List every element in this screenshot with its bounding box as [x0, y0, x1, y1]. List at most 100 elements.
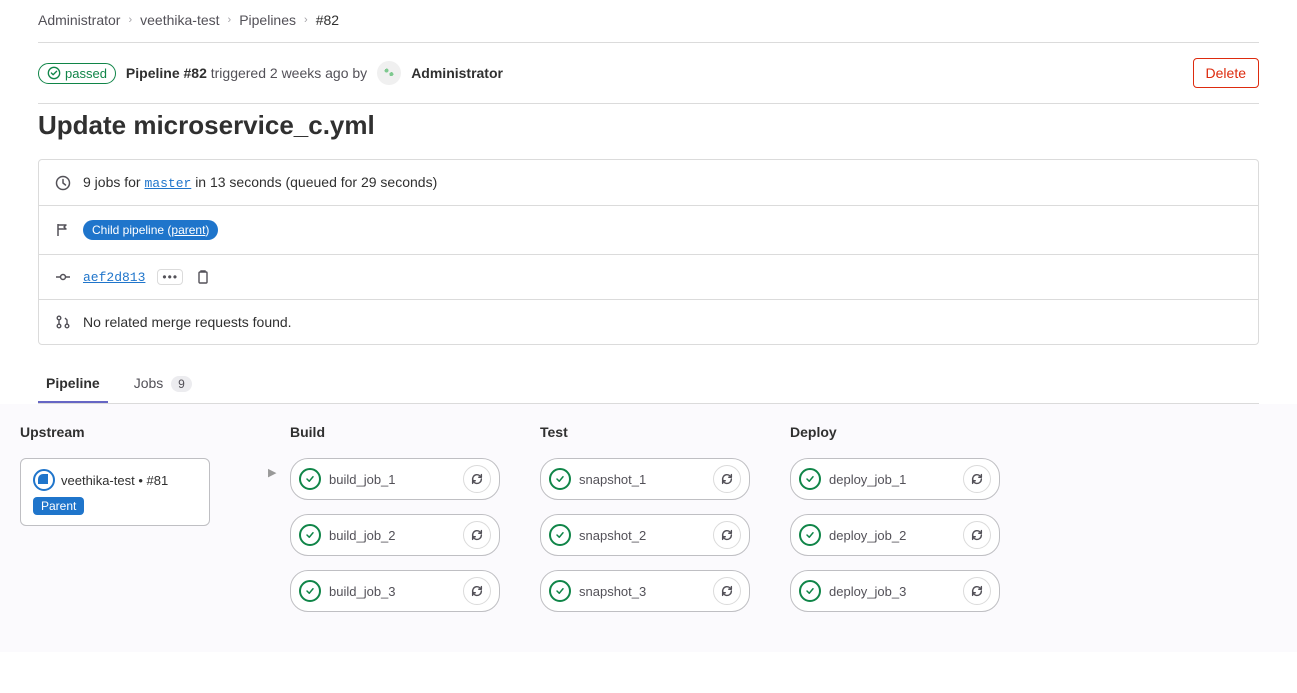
- job-name: deploy_job_2: [829, 528, 955, 543]
- job-pill[interactable]: snapshot_1: [540, 458, 750, 500]
- author-name[interactable]: Administrator: [411, 65, 503, 81]
- job-pill[interactable]: snapshot_3: [540, 570, 750, 612]
- expand-toggle-icon[interactable]: ▶: [268, 466, 276, 479]
- separator: •: [135, 473, 147, 488]
- expand-commit-button[interactable]: •••: [157, 269, 183, 285]
- job-name: deploy_job_1: [829, 472, 955, 487]
- job-name: snapshot_3: [579, 584, 705, 599]
- pipeline-header: passed Pipeline #82 triggered 2 weeks ag…: [38, 43, 1259, 103]
- parent-pipeline-link[interactable]: parent: [171, 223, 205, 237]
- check-circle-icon: [799, 524, 821, 546]
- retry-button[interactable]: [463, 577, 491, 605]
- retry-icon: [720, 528, 734, 542]
- job-pill[interactable]: snapshot_2: [540, 514, 750, 556]
- merge-request-icon: [55, 314, 71, 330]
- child-pipeline-row: Child pipeline (parent): [39, 206, 1258, 255]
- pipeline-info-box: 9 jobs for master in 13 seconds (queued …: [38, 159, 1259, 345]
- tab-jobs[interactable]: Jobs 9: [126, 365, 200, 403]
- branch-link[interactable]: master: [144, 176, 191, 191]
- retry-icon: [720, 472, 734, 486]
- breadcrumb-link[interactable]: Administrator: [38, 12, 120, 28]
- commit-sha-link[interactable]: aef2d813: [83, 270, 145, 285]
- jobs-count-badge: 9: [171, 376, 192, 392]
- chevron-right-icon: ›: [228, 14, 232, 26]
- stage-upstream: Upstream veethika-test • #81 Parent: [20, 424, 250, 612]
- breadcrumb-link[interactable]: Pipelines: [239, 12, 296, 28]
- stage-title: Build: [290, 424, 500, 440]
- retry-button[interactable]: [963, 577, 991, 605]
- job-pill[interactable]: deploy_job_3: [790, 570, 1000, 612]
- upstream-pipeline-id: #81: [146, 473, 168, 488]
- avatar[interactable]: [377, 61, 401, 85]
- job-name: build_job_1: [329, 472, 455, 487]
- job-pill[interactable]: build_job_3: [290, 570, 500, 612]
- job-name: snapshot_2: [579, 528, 705, 543]
- upstream-pipeline-card[interactable]: veethika-test • #81 Parent: [20, 458, 210, 526]
- job-name: build_job_3: [329, 584, 455, 599]
- breadcrumb: Administrator › veethika-test › Pipeline…: [38, 12, 1259, 42]
- retry-icon: [470, 472, 484, 486]
- job-pill[interactable]: build_job_1: [290, 458, 500, 500]
- retry-button[interactable]: [963, 521, 991, 549]
- retry-button[interactable]: [463, 521, 491, 549]
- clipboard-icon[interactable]: [195, 269, 211, 285]
- retry-icon: [970, 584, 984, 598]
- chevron-right-icon: ›: [128, 14, 132, 26]
- retry-button[interactable]: [713, 577, 741, 605]
- duration-text: in 13 seconds (queued for 29 seconds): [195, 174, 437, 190]
- check-circle-icon: [549, 524, 571, 546]
- upstream-project: veethika-test: [61, 473, 135, 488]
- child-prefix: Child pipeline (: [92, 223, 171, 237]
- job-name: build_job_2: [329, 528, 455, 543]
- status-passed-badge[interactable]: passed: [38, 63, 116, 84]
- breadcrumb-link[interactable]: veethika-test: [140, 12, 219, 28]
- check-circle-icon: [799, 580, 821, 602]
- check-circle-icon: [549, 468, 571, 490]
- job-pill[interactable]: build_job_2: [290, 514, 500, 556]
- tab-jobs-label: Jobs: [134, 375, 164, 391]
- delete-button[interactable]: Delete: [1193, 58, 1259, 88]
- commit-row: aef2d813 •••: [39, 255, 1258, 300]
- stage-title: Upstream: [20, 424, 250, 440]
- stage-build: ▶ Build build_job_1build_job_2build_job_…: [290, 424, 500, 612]
- retry-button[interactable]: [713, 465, 741, 493]
- pipeline-id: Pipeline #82: [126, 65, 207, 81]
- merge-requests-row: No related merge requests found.: [39, 300, 1258, 344]
- pipeline-graph: Upstream veethika-test • #81 Parent ▶ Bu…: [0, 404, 1297, 652]
- breadcrumb-current: #82: [316, 12, 339, 28]
- check-circle-icon: [299, 468, 321, 490]
- job-pill[interactable]: deploy_job_1: [790, 458, 1000, 500]
- parent-badge: Parent: [33, 497, 84, 515]
- stage-title: Deploy: [790, 424, 1000, 440]
- retry-button[interactable]: [713, 521, 741, 549]
- check-circle-icon: [549, 580, 571, 602]
- stage-test: Test snapshot_1 snapshot_2 snapshot_3: [540, 424, 750, 612]
- job-name: deploy_job_3: [829, 584, 955, 599]
- check-circle-icon: [47, 66, 61, 80]
- retry-icon: [470, 528, 484, 542]
- page-title: Update microservice_c.yml: [38, 104, 1259, 159]
- commit-icon: [55, 269, 71, 285]
- flag-icon: [55, 222, 71, 238]
- retry-icon: [970, 528, 984, 542]
- jobs-count-text: 9 jobs for: [83, 174, 141, 190]
- stage-deploy: Deploy deploy_job_1 deploy_job_2 deploy_jo…: [790, 424, 1000, 612]
- clock-icon: [55, 175, 71, 191]
- status-label: passed: [65, 66, 107, 81]
- child-pipeline-badge[interactable]: Child pipeline (parent): [83, 220, 218, 240]
- tab-pipeline[interactable]: Pipeline: [38, 365, 108, 403]
- running-icon: [33, 469, 55, 491]
- check-circle-icon: [299, 524, 321, 546]
- mr-text: No related merge requests found.: [83, 314, 292, 330]
- retry-button[interactable]: [963, 465, 991, 493]
- retry-icon: [720, 584, 734, 598]
- check-circle-icon: [799, 468, 821, 490]
- job-pill[interactable]: deploy_job_2: [790, 514, 1000, 556]
- retry-button[interactable]: [463, 465, 491, 493]
- triggered-text: triggered 2 weeks ago by: [211, 65, 367, 81]
- child-suffix: ): [205, 223, 209, 237]
- stage-title: Test: [540, 424, 750, 440]
- check-circle-icon: [299, 580, 321, 602]
- job-name: snapshot_1: [579, 472, 705, 487]
- chevron-right-icon: ›: [304, 14, 308, 26]
